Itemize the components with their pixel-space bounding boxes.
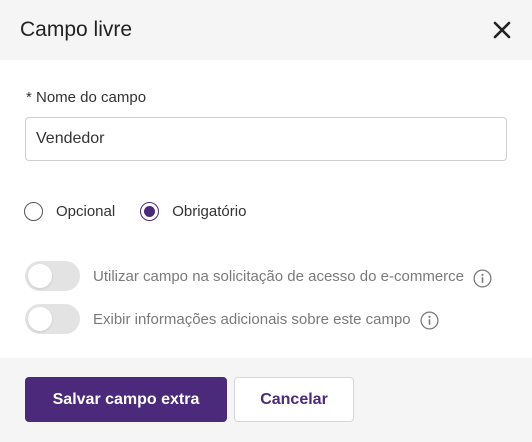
field-name-input[interactable]	[25, 117, 507, 161]
dialog-body: * Nome do campo Opcional Obrigatório Uti…	[0, 60, 532, 358]
info-icon[interactable]	[473, 269, 492, 288]
radio-selected-dot	[144, 206, 156, 217]
cancel-button[interactable]: Cancelar	[234, 377, 354, 422]
toggle-row-ecommerce: Utilizar campo na solicitação de acesso …	[25, 261, 492, 291]
radio-required-circle[interactable]	[140, 202, 160, 221]
field-name-label: * Nome do campo	[26, 89, 147, 106]
save-extra-field-button[interactable]: Salvar campo extra	[25, 377, 227, 422]
ecommerce-access-toggle[interactable]	[25, 261, 80, 291]
close-button[interactable]	[490, 18, 514, 42]
radio-optional[interactable]: Opcional	[24, 202, 115, 221]
close-icon	[493, 21, 511, 39]
custom-field-dialog: Campo livre * Nome do campo Opcional Obr…	[0, 0, 532, 442]
radio-optional-label: Opcional	[56, 203, 116, 220]
info-icon[interactable]	[420, 311, 439, 330]
dialog-header: Campo livre	[0, 0, 532, 60]
requirement-radio-group: Opcional Obrigatório	[24, 202, 271, 221]
radio-required[interactable]: Obrigatório	[140, 202, 246, 221]
radio-optional-circle[interactable]	[24, 202, 43, 221]
dialog-footer: Salvar campo extra Cancelar	[0, 358, 532, 442]
dialog-title: Campo livre	[20, 18, 133, 41]
additional-info-label: Exibir informações adicionais sobre este…	[93, 310, 411, 328]
additional-info-toggle[interactable]	[25, 304, 80, 334]
toggle-knob	[28, 264, 52, 288]
radio-required-label: Obrigatório	[172, 203, 247, 220]
toggle-knob	[28, 307, 52, 331]
toggle-row-additional-info: Exibir informações adicionais sobre este…	[25, 304, 439, 334]
ecommerce-access-label: Utilizar campo na solicitação de acesso …	[93, 267, 464, 285]
